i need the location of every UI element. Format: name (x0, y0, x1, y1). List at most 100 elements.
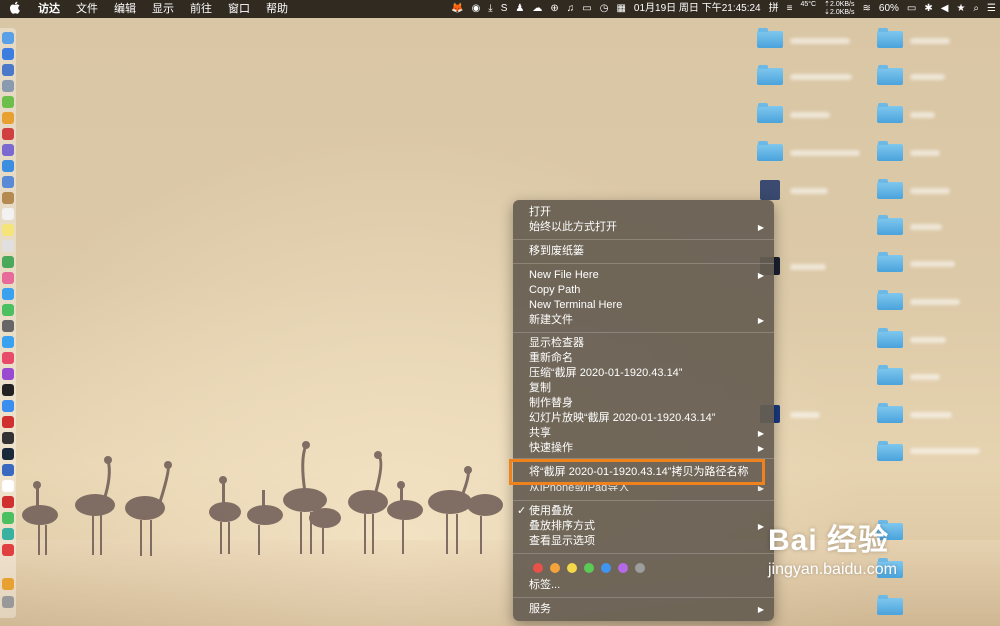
menu-item-open-with[interactable]: 始终以此方式打开 ▶ (529, 220, 774, 235)
vivaldi-icon[interactable] (2, 416, 14, 428)
notes-icon[interactable] (2, 224, 14, 236)
control-center-icon[interactable]: ☰ (983, 0, 1000, 18)
menu-view[interactable]: 显示 (144, 0, 182, 18)
menu-app-finder[interactable]: 访达 (30, 0, 68, 18)
desktop-folder-icon[interactable] (877, 252, 903, 272)
desktop-folder-icon[interactable] (877, 28, 903, 48)
menu-item-quick-actions[interactable]: 快速操作 ▶ (529, 441, 774, 456)
screenshot-thumbnail-icon[interactable] (760, 180, 780, 200)
preview-icon[interactable] (2, 176, 14, 188)
netease-music-icon[interactable] (2, 544, 14, 556)
menu-item-show-view-options[interactable]: 查看显示选项 (529, 534, 774, 549)
app-dark-blue-icon[interactable] (2, 464, 14, 476)
bluetooth-icon[interactable]: ✱ (920, 0, 936, 18)
desktop-folder-icon[interactable] (877, 365, 903, 385)
menu-item-compress[interactable]: 压缩“截屏 2020-01-1920.43.14” (529, 366, 774, 381)
downloads-folder-icon[interactable] (2, 578, 14, 590)
app-purple-icon[interactable] (2, 144, 14, 156)
desktop-folder-icon[interactable] (877, 103, 903, 123)
tv-icon[interactable] (2, 384, 14, 396)
desktop-folder-icon[interactable] (877, 328, 903, 348)
messages-icon[interactable] (2, 288, 14, 300)
calendar-icon[interactable]: ▦ (612, 0, 629, 18)
yandex-icon[interactable] (2, 496, 14, 508)
menu-go[interactable]: 前往 (182, 0, 220, 18)
menu-item-show-inspector[interactable]: 显示检查器 (529, 336, 774, 351)
desktop-folder-icon[interactable] (757, 65, 783, 85)
tag-purple-dot[interactable] (618, 563, 628, 573)
desktop-folder-icon[interactable] (877, 179, 903, 199)
finder-icon[interactable] (2, 32, 14, 44)
tag-blue-dot[interactable] (601, 563, 611, 573)
apple-icon[interactable] (0, 1, 30, 17)
volume-icon[interactable]: ◀ (937, 0, 953, 18)
menu-item-services[interactable]: 服务 ▶ (529, 602, 774, 617)
input-method-icon[interactable]: 拼 (765, 0, 783, 18)
menu-item-make-alias[interactable]: 制作替身 (529, 396, 774, 411)
menu-item-slideshow[interactable]: 幻灯片放映“截屏 2020-01-1920.43.14” (529, 411, 774, 426)
globe-icon[interactable]: ⊕ (546, 0, 562, 18)
menu-edit[interactable]: 编辑 (106, 0, 144, 18)
menu-item-rename[interactable]: 重新命名 (529, 351, 774, 366)
tag-red-dot[interactable] (533, 563, 543, 573)
desktop-folder-icon[interactable] (877, 65, 903, 85)
favorites-star-icon[interactable]: ★ (952, 0, 969, 18)
desktop-folder-icon[interactable] (877, 403, 903, 423)
desktop-folder-icon[interactable] (757, 141, 783, 161)
menu-item-new-file-here[interactable]: New File Here ▶ (529, 268, 774, 283)
desktop-folder-icon[interactable] (877, 595, 903, 615)
menu-item-tags[interactable]: 标签... (529, 578, 774, 593)
menu-item-new-file[interactable]: 新建文件 ▶ (529, 313, 774, 328)
battery-percent[interactable]: 60% (875, 0, 903, 18)
android-icon[interactable] (2, 96, 14, 108)
app-store-icon[interactable] (2, 400, 14, 412)
desktop-folder-icon[interactable] (877, 290, 903, 310)
calendar-dock-icon[interactable] (2, 208, 14, 220)
app-teal-icon[interactable] (2, 528, 14, 540)
tag-green-dot[interactable] (584, 563, 594, 573)
contacts-icon[interactable] (2, 192, 14, 204)
s-app-icon[interactable]: S (497, 0, 512, 18)
wifi-icon[interactable]: ≋ (859, 0, 875, 18)
siri-icon[interactable] (2, 48, 14, 60)
chrome-icon[interactable] (2, 112, 14, 124)
wechat-icon[interactable] (2, 512, 14, 524)
cloud-icon[interactable]: ☁ (528, 0, 546, 18)
rocket-icon[interactable] (2, 80, 14, 92)
net-speed[interactable]: ⇡2.0KB/s ⇣2.0KB/s (820, 0, 858, 19)
reminders-icon[interactable] (2, 240, 14, 252)
clock-icon[interactable]: ◷ (596, 0, 613, 18)
tag-yellow-dot[interactable] (567, 563, 577, 573)
safari-icon[interactable] (2, 160, 14, 172)
menu-file[interactable]: 文件 (68, 0, 106, 18)
download-icon[interactable]: ⤓ (484, 0, 496, 18)
music-dock-icon[interactable] (2, 352, 14, 364)
tag-gray-dot[interactable] (635, 563, 645, 573)
app-red-icon[interactable] (2, 128, 14, 140)
menu-meter-icon[interactable]: ≡ (783, 0, 797, 18)
launchpad-icon[interactable] (2, 64, 14, 76)
activity-monitor-icon[interactable] (2, 448, 14, 460)
desktop-folder-icon[interactable] (757, 28, 783, 48)
terminal-icon[interactable] (2, 432, 14, 444)
battery-icon[interactable]: ▭ (903, 0, 920, 18)
music-icon[interactable]: ♫ (563, 0, 579, 18)
display-icon[interactable]: ▭ (578, 0, 595, 18)
app-blue-icon[interactable] (2, 336, 14, 348)
menu-window[interactable]: 窗口 (220, 0, 258, 18)
app-white-icon[interactable] (2, 480, 14, 492)
menu-item-new-terminal-here[interactable]: New Terminal Here (529, 298, 774, 313)
menu-item-share[interactable]: 共享 ▶ (529, 426, 774, 441)
menu-item-sort-stacks-by[interactable]: 叠放排序方式 ▶ (529, 519, 774, 534)
podcasts-icon[interactable] (2, 368, 14, 380)
camera-icon[interactable] (2, 320, 14, 332)
tag-orange-dot[interactable] (550, 563, 560, 573)
menu-item-open[interactable]: 打开 (529, 205, 774, 220)
status-app-icon[interactable]: ◉ (468, 0, 485, 18)
menu-item-copy-path[interactable]: Copy Path (529, 283, 774, 298)
maps-icon[interactable] (2, 256, 14, 268)
fox-icon[interactable]: 🦊 (447, 0, 467, 18)
facetime-icon[interactable] (2, 304, 14, 316)
desktop-folder-icon[interactable] (877, 441, 903, 461)
temp-readout[interactable]: 45°C (796, 0, 820, 19)
